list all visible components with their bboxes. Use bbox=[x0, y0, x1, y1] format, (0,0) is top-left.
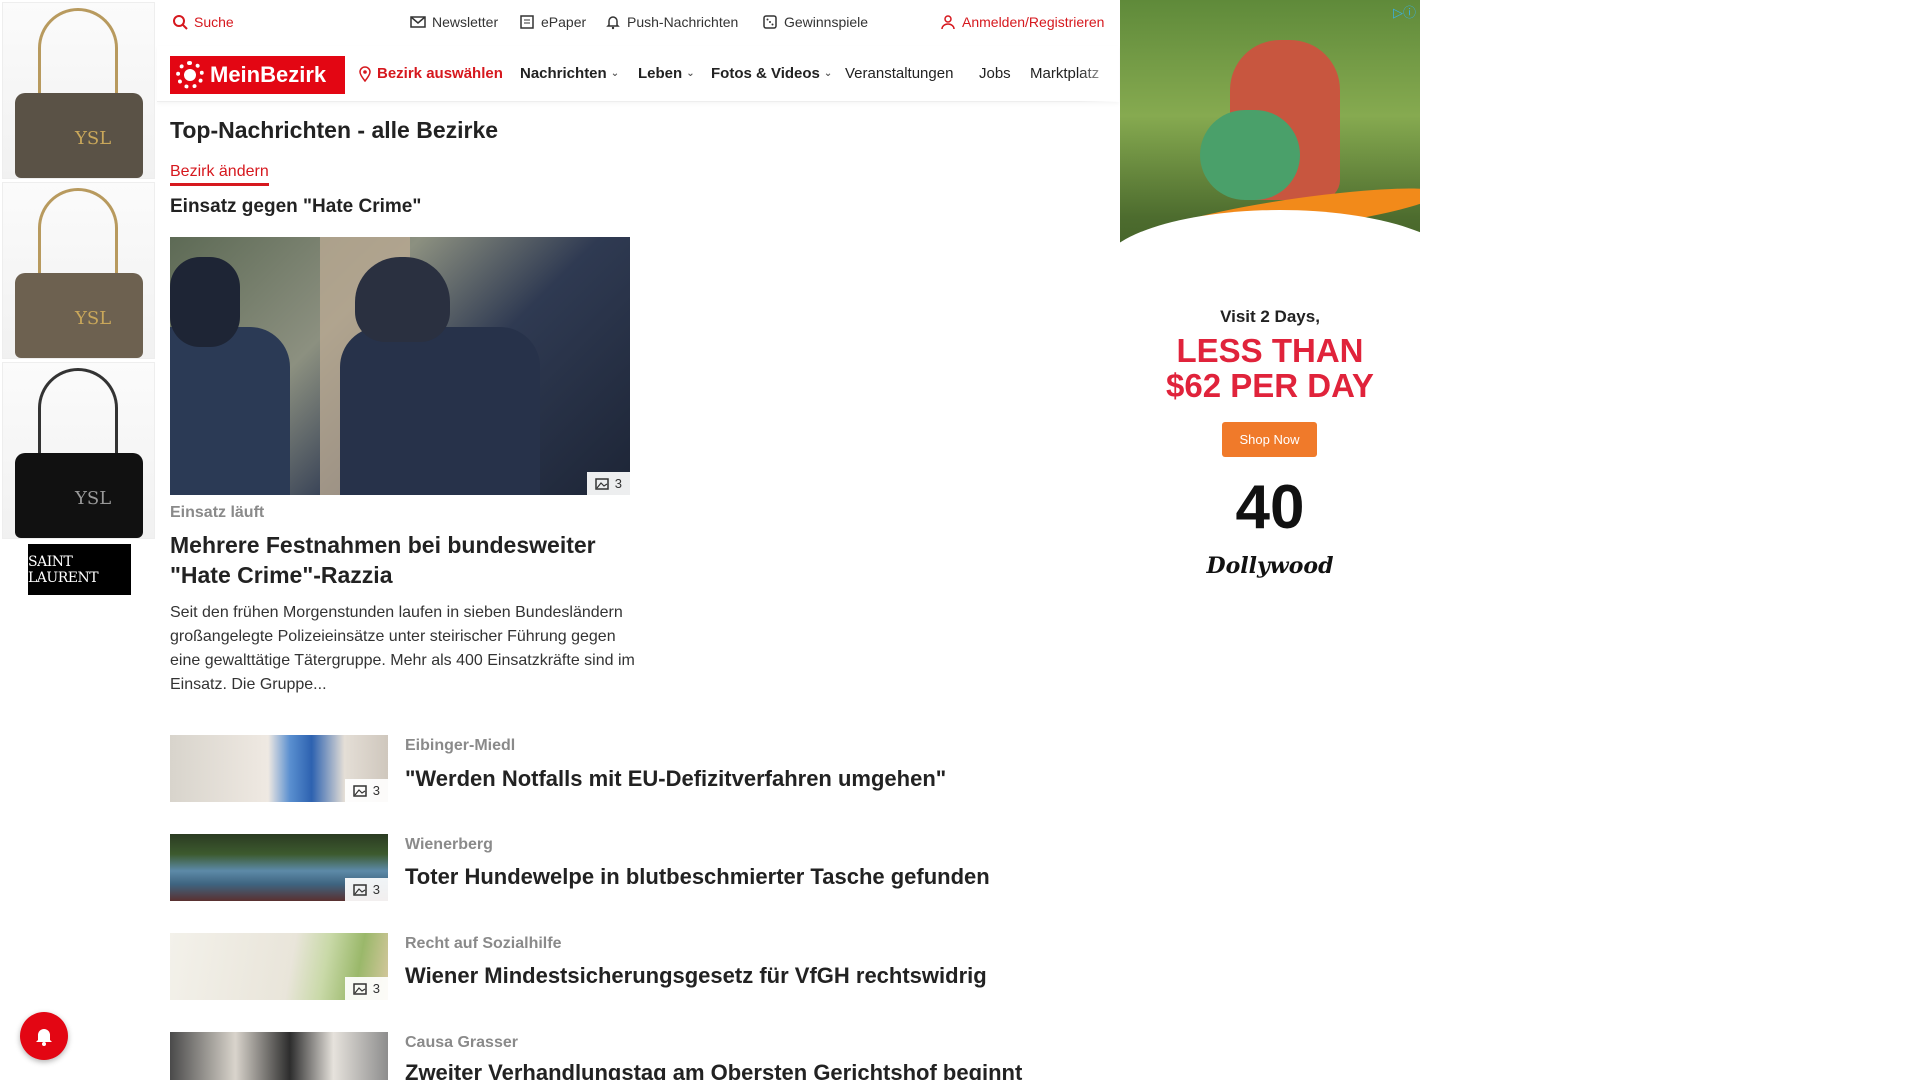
main-navigation: MeinBezirk Bezirk auswählen Nachrichten ⌄… bbox=[157, 46, 1119, 102]
anniversary-logo: 40 bbox=[1235, 473, 1305, 542]
article-kicker: Recht auf Sozialhilfe bbox=[405, 935, 562, 952]
gallery-icon bbox=[595, 477, 609, 490]
chevron-down-icon: ⌄ bbox=[823, 68, 833, 79]
nav-item-fotos-videos[interactable]: Fotos & Videos ⌄ bbox=[711, 65, 832, 82]
dollywood-logo: Dollywood bbox=[1206, 553, 1334, 579]
image-count: 3 bbox=[614, 476, 622, 491]
search-button[interactable]: Suche bbox=[172, 14, 234, 30]
ad-bag-image[interactable]: YSL bbox=[2, 182, 155, 359]
hero-kicker: Einsatz läuft bbox=[170, 504, 265, 521]
bag-logo: YSL bbox=[75, 128, 112, 149]
meinbezirk-logo[interactable]: MeinBezirk bbox=[170, 56, 345, 94]
image-count: 3 bbox=[372, 882, 380, 897]
brand-name: MeinBezirk bbox=[210, 62, 327, 87]
hero-teaser: Seit den frühen Morgenstunden laufen in … bbox=[170, 604, 635, 693]
nav-label: Jobs bbox=[979, 65, 1011, 82]
newsletter-link[interactable]: Newsletter bbox=[410, 14, 498, 30]
push-notification-button[interactable] bbox=[20, 1012, 68, 1060]
login-link[interactable]: Anmelden/Registrieren bbox=[940, 14, 1104, 30]
topic-heading[interactable]: Einsatz gegen "Hate Crime" bbox=[170, 196, 421, 218]
article-thumbnail[interactable] bbox=[170, 1032, 388, 1080]
ad-offer-line1: LESS THAN bbox=[1176, 332, 1364, 369]
image-count: 3 bbox=[372, 981, 380, 996]
article-thumbnail[interactable]: 3 bbox=[170, 933, 388, 1000]
bezirk-select-button[interactable]: Bezirk auswählen bbox=[357, 65, 503, 82]
gewinnspiele-link[interactable]: Gewinnspiele bbox=[762, 14, 868, 30]
gallery-icon bbox=[353, 784, 367, 797]
ad-visit-text: Visit 2 Days, bbox=[1220, 307, 1320, 326]
chevron-down-icon: ⌄ bbox=[686, 68, 695, 79]
bag-logo: YSL bbox=[75, 308, 112, 329]
search-label: Suche bbox=[194, 14, 234, 30]
article-headline[interactable]: Wiener Mindestsicherungsgesetz für VfGH … bbox=[405, 963, 987, 989]
epaper-link[interactable]: ePaper bbox=[519, 14, 586, 30]
main-column: Suche Newsletter ePaper Push-Nachrichten… bbox=[157, 0, 1119, 1080]
login-label: Anmelden/Registrieren bbox=[962, 14, 1105, 30]
push-link[interactable]: Push-Nachrichten bbox=[605, 14, 738, 30]
ad-offer: LESS THAN $62 PER DAY bbox=[1120, 333, 1420, 403]
nav-item-nachrichten[interactable]: Nachrichten ⌄ bbox=[520, 65, 619, 82]
newspaper-icon bbox=[520, 15, 534, 29]
dice-icon bbox=[763, 15, 777, 29]
nav-fade bbox=[1079, 46, 1119, 102]
nav-label: Veranstaltungen bbox=[845, 65, 954, 82]
search-icon bbox=[173, 15, 188, 30]
shop-now-button[interactable]: Shop Now bbox=[1222, 422, 1317, 457]
nav-item-leben[interactable]: Leben ⌄ bbox=[638, 65, 695, 82]
article-thumbnail[interactable]: 3 bbox=[170, 735, 388, 802]
push-label: Push-Nachrichten bbox=[627, 14, 739, 30]
bezirk-label: Bezirk auswählen bbox=[377, 65, 503, 82]
left-advertisement[interactable]: ▷ⓘ YSL YSL YSL SAINT LAURENT bbox=[0, 0, 157, 600]
ad-offer-line2: $62 PER DAY bbox=[1166, 367, 1374, 404]
image-count-badge: 3 bbox=[344, 878, 388, 901]
nav-label: Fotos & Videos bbox=[711, 65, 820, 82]
newsletter-label: Newsletter bbox=[432, 14, 499, 30]
logo-sun-icon bbox=[176, 61, 204, 89]
nav-item-veranstaltungen[interactable]: Veranstaltungen bbox=[845, 65, 953, 82]
gallery-icon bbox=[353, 883, 367, 896]
article-headline[interactable]: Toter Hundewelpe in blutbeschmierter Tas… bbox=[405, 864, 990, 890]
chevron-down-icon: ⌄ bbox=[610, 68, 620, 79]
article-headline[interactable]: "Werden Notfalls mit EU-Defizitverfahren… bbox=[405, 766, 946, 792]
article-kicker: Causa Grasser bbox=[405, 1034, 518, 1051]
right-advertisement[interactable]: ▷ⓘ Visit 2 Days, LESS THAN $62 PER DAY S… bbox=[1120, 0, 1420, 600]
image-count-badge: 3 bbox=[586, 472, 630, 495]
user-icon bbox=[941, 15, 955, 30]
article-headline[interactable]: Zweiter Verhandlungstag am Obersten Geri… bbox=[405, 1060, 1022, 1080]
image-count: 3 bbox=[372, 783, 380, 798]
gallery-icon bbox=[353, 982, 367, 995]
article-thumbnail[interactable]: 3 bbox=[170, 834, 388, 901]
change-bezirk-link[interactable]: Bezirk ändern bbox=[170, 163, 269, 186]
nav-label: Leben bbox=[638, 65, 683, 82]
mail-icon bbox=[410, 16, 426, 28]
article-kicker: Eibinger-Miedl bbox=[405, 737, 516, 754]
hero-article-image[interactable]: 3 bbox=[170, 237, 630, 495]
adchoices-icon[interactable]: ▷ⓘ bbox=[1393, 2, 1416, 21]
ad-bag-image[interactable]: YSL bbox=[2, 2, 155, 179]
top-bar: Suche Newsletter ePaper Push-Nachrichten… bbox=[157, 0, 1119, 46]
epaper-label: ePaper bbox=[541, 14, 587, 30]
nav-item-jobs[interactable]: Jobs bbox=[979, 65, 1011, 82]
bell-icon bbox=[36, 1029, 52, 1046]
image-count-badge: 3 bbox=[344, 977, 388, 1000]
article-kicker: Wienerberg bbox=[405, 836, 493, 853]
nav-label: Nachrichten bbox=[520, 65, 607, 82]
image-count-badge: 3 bbox=[344, 779, 388, 802]
bag-logo: YSL bbox=[75, 488, 112, 509]
saint-laurent-logo[interactable]: SAINT LAURENT bbox=[28, 544, 131, 595]
hero-headline[interactable]: Mehrere Festnahmen bei bundesweiter "Hat… bbox=[170, 530, 630, 590]
ad-family-photo[interactable] bbox=[1120, 0, 1420, 290]
ad-bag-image[interactable]: YSL bbox=[2, 362, 155, 539]
bell-icon bbox=[606, 16, 620, 30]
location-pin-icon bbox=[359, 65, 371, 82]
gewinnspiele-label: Gewinnspiele bbox=[784, 14, 869, 30]
page-title: Top-Nachrichten - alle Bezirke bbox=[170, 117, 499, 143]
